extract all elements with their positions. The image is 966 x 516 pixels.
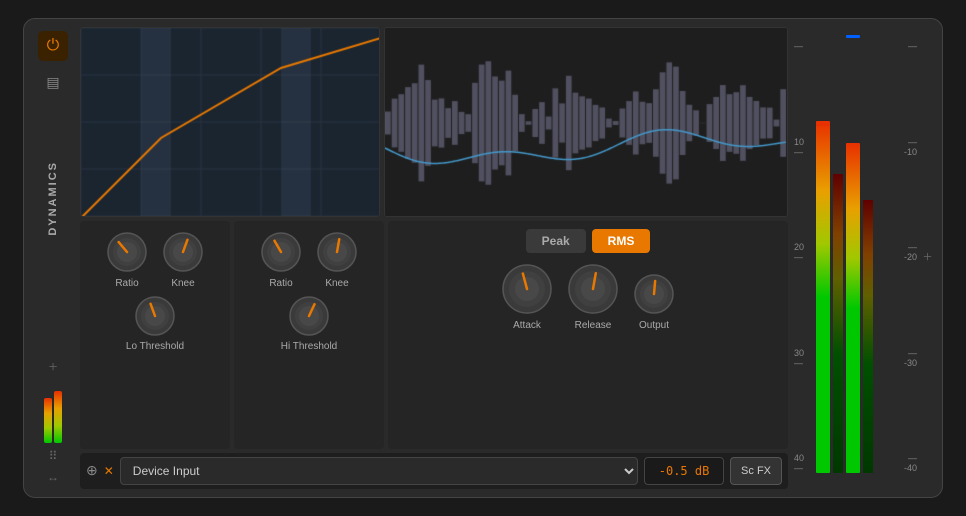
lo-knob-row: Ratio Knee [104,229,206,289]
meter-bar-3 [846,33,860,473]
lo-section: Ratio Knee [80,221,230,449]
attack-group: Attack [499,261,555,331]
hi-threshold-group: Hi Threshold [281,293,338,352]
meter-bar-4 [863,33,873,473]
folder-icon: ▤ [46,74,59,91]
output-label: Output [639,320,669,331]
rscale-30: — -30 [893,348,917,368]
lo-ratio-group: Ratio [104,229,150,289]
dots-button[interactable]: ⠿ [49,449,58,464]
lo-threshold-label: Lo Threshold [126,341,184,352]
hi-knee-knob[interactable] [314,229,360,275]
rscale-40: — -40 [893,453,917,473]
sc-fx-button[interactable]: Sc FX [730,457,782,485]
lo-ratio-label: Ratio [115,278,138,289]
lo-knee-knob[interactable] [160,229,206,275]
lo-knee-group: Knee [160,229,206,289]
transfer-graph [80,27,380,217]
scale-30: 30 — [794,348,814,368]
waveform-graph [384,27,788,217]
plugin-title: DYNAMICS [47,161,59,236]
controls-section: Ratio Knee [80,221,788,449]
device-icon: ⊕ [86,463,98,480]
db-display: -0.5 dB [644,457,724,485]
hi-section: Ratio Knee [234,221,384,449]
attack-knob[interactable] [499,261,555,317]
right-controls: Peak RMS Attack [388,221,788,449]
attack-label: Attack [513,320,541,331]
hi-knob-row: Ratio Knee [258,229,360,289]
scale-20: 20 — [794,242,814,262]
output-group: Output [631,271,677,331]
hi-threshold-row: Hi Threshold [242,293,376,352]
meter-section: — 10 — 20 — 30 — 40 — [794,27,934,489]
peak-rms-row: Peak RMS [396,229,780,253]
rms-button[interactable]: RMS [592,229,651,253]
top-section [80,27,788,217]
lo-threshold-knob[interactable] [132,293,178,339]
waveform-canvas [385,28,787,217]
hi-ratio-group: Ratio [258,229,304,289]
device-x[interactable]: ✕ [104,464,114,479]
scale-40: 40 — [794,453,814,473]
lo-threshold-group: Lo Threshold [126,293,184,352]
meter-bar-1 [816,33,830,473]
add-right-button[interactable]: + [921,29,934,487]
plugin-container: ⏻ ▤ DYNAMICS + ⠿ ↔ [23,18,943,498]
lo-knee-label: Knee [171,278,194,289]
rscale-top: — [893,41,917,51]
hi-knee-label: Knee [325,278,348,289]
hi-knee-group: Knee [314,229,360,289]
transfer-canvas [81,28,380,217]
folder-button[interactable]: ▤ [38,67,68,97]
lo-threshold-row: Lo Threshold [88,293,222,352]
attack-release-row: Attack Release [396,261,780,331]
scale-top: — [794,41,814,51]
hi-threshold-knob[interactable] [286,293,332,339]
power-icon: ⏻ [47,37,60,55]
lo-ratio-knob[interactable] [104,229,150,275]
release-group: Release [565,261,621,331]
meter-scale-right: — — -10 — -20 — -30 — -40 [893,33,917,487]
rscale-10: — -10 [893,137,917,157]
hi-ratio-label: Ratio [269,278,292,289]
mini-meters [44,383,62,443]
mini-meter-left [44,398,52,443]
meter-bars [816,33,891,487]
main-content: Ratio Knee [80,27,788,489]
link-button[interactable]: ↔ [47,470,59,485]
sidebar: ⏻ ▤ DYNAMICS + ⠿ ↔ [32,27,74,489]
mini-meter-right [54,391,62,443]
output-knob[interactable] [631,271,677,317]
add-left-button[interactable]: + [48,359,57,377]
scale-10: 10 — [794,137,814,157]
meter-bar-2 [833,33,843,473]
hi-threshold-label: Hi Threshold [281,341,338,352]
peak-button[interactable]: Peak [526,229,586,253]
bottom-bar: ⊕ ✕ Device Input -0.5 dB Sc FX [80,453,788,489]
rscale-20: — -20 [893,242,917,262]
release-label: Release [575,320,612,331]
meter-scale-left: — 10 — 20 — 30 — 40 — [794,33,814,487]
release-knob[interactable] [565,261,621,317]
device-select[interactable]: Device Input [120,457,638,485]
hi-ratio-knob[interactable] [258,229,304,275]
power-button[interactable]: ⏻ [38,31,68,61]
